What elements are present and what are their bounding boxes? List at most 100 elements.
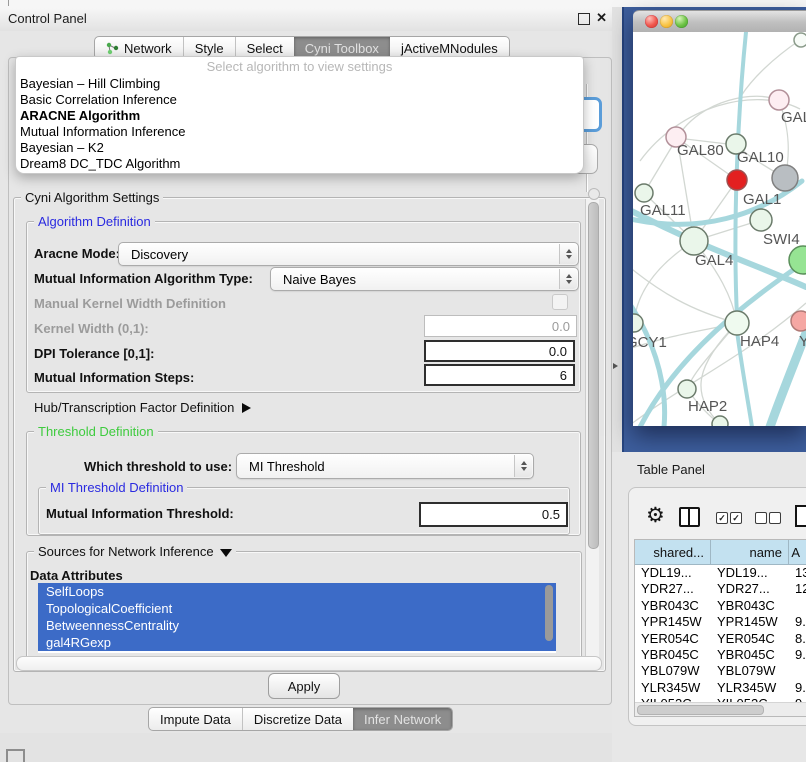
tab-select-label: Select <box>247 41 283 56</box>
hub-definition-toggle[interactable]: Hub/Transcription Factor Definition <box>34 400 251 415</box>
attribute-list-item[interactable]: gal4RGexp <box>38 634 556 651</box>
kernel-width-field[interactable]: 0.0 <box>424 315 577 337</box>
network-node[interactable] <box>750 209 772 231</box>
network-canvas[interactable]: GALGAL80GAL10GAL1GAL11SWI4GAL4GCY1HAP4YH… <box>633 32 806 426</box>
table-cell[interactable]: 12 <box>789 581 806 597</box>
mi-type-combo[interactable]: Naive Bayes <box>270 267 579 291</box>
settings-vertical-scrollbar[interactable] <box>585 199 599 657</box>
network-node[interactable] <box>725 311 749 335</box>
table-row[interactable]: YBR043CYBR043C <box>635 598 806 614</box>
network-node[interactable] <box>712 416 728 426</box>
network-node[interactable] <box>727 170 747 190</box>
table-cell[interactable]: YDR27... <box>711 581 789 597</box>
table-cell[interactable]: YBR043C <box>711 598 789 614</box>
attribute-list-item[interactable]: SelfLoops <box>38 583 556 600</box>
checkbox-checked-icon[interactable]: ✓ <box>716 512 728 524</box>
network-node[interactable] <box>791 311 806 331</box>
table-cell[interactable]: YPR145W <box>635 614 711 630</box>
columns-icon[interactable] <box>679 507 700 527</box>
zoom-traffic-light-icon[interactable] <box>675 15 688 28</box>
table-cell[interactable]: YDL19... <box>711 565 789 581</box>
split-pane-divider[interactable] <box>612 7 622 455</box>
node-attribute-table[interactable]: shared... name A YDL19...YDL19...13YDR27… <box>634 539 806 717</box>
column-header-name[interactable]: name <box>711 540 789 564</box>
table-cell[interactable]: YBR045C <box>711 647 789 663</box>
attribute-list-item[interactable]: BetweennessCentrality <box>38 617 556 634</box>
minimized-panel-icon[interactable] <box>6 749 25 762</box>
table-panel-title: Table Panel <box>637 462 705 477</box>
table-cell[interactable]: YBL079W <box>635 663 711 679</box>
table-row[interactable]: YBL079WYBL079W <box>635 663 806 679</box>
checkbox-unchecked-icon[interactable] <box>769 512 781 524</box>
mi-steps-field[interactable]: 6 <box>424 364 575 386</box>
network-node-label: GAL80 <box>677 142 724 159</box>
table-cell[interactable]: 13 <box>789 565 806 581</box>
tab-infer-network[interactable]: Infer Network <box>353 708 452 730</box>
gear-icon[interactable]: ⚙ <box>646 504 665 528</box>
table-cell[interactable]: 9. <box>789 647 806 663</box>
table-cell[interactable]: 8. <box>789 631 806 647</box>
popup-item[interactable]: Basic Correlation Inference <box>16 92 583 108</box>
attributes-scrollbar-thumb[interactable] <box>545 585 553 641</box>
dpi-tolerance-field[interactable]: 0.0 <box>424 340 575 362</box>
mi-threshold-field[interactable]: 0.5 <box>419 502 568 527</box>
popup-item[interactable]: Bayesian – K2 <box>16 140 583 156</box>
popup-item[interactable]: ARACNE Algorithm <box>16 108 583 124</box>
table-row[interactable]: YER054CYER054C8. <box>635 631 806 647</box>
network-node[interactable] <box>769 90 789 110</box>
tab-discretize-data[interactable]: Discretize Data <box>242 708 353 730</box>
network-node[interactable] <box>635 184 653 202</box>
minimize-traffic-light-icon[interactable] <box>660 15 673 28</box>
table-cell[interactable]: YLR345W <box>635 680 711 696</box>
close-icon[interactable]: ✕ <box>596 10 607 26</box>
popup-item[interactable]: Mutual Information Inference <box>16 124 583 140</box>
tab-impute-data[interactable]: Impute Data <box>149 708 242 730</box>
network-node[interactable] <box>794 33 806 47</box>
network-window-titlebar[interactable] <box>633 10 806 33</box>
popup-item[interactable]: Bayesian – Hill Climbing <box>16 76 583 92</box>
column-header-shared-name[interactable]: shared... <box>635 540 711 564</box>
document-icon[interactable] <box>795 505 806 527</box>
network-node[interactable] <box>772 165 798 191</box>
settings-horizontal-scrollbar[interactable] <box>16 656 602 671</box>
attribute-list-item[interactable]: TopologicalCoefficient <box>38 600 556 617</box>
checkbox-checked-icon[interactable]: ✓ <box>730 512 742 524</box>
which-threshold-combo[interactable]: MI Threshold <box>236 453 534 479</box>
popup-item[interactable]: Dream8 DC_TDC Algorithm <box>16 156 583 172</box>
checkbox-unchecked-icon[interactable] <box>755 512 767 524</box>
table-row[interactable]: YDR27...YDR27...12 <box>635 581 806 597</box>
table-hscroll-thumb[interactable] <box>637 705 764 715</box>
network-window[interactable]: GALGAL80GAL10GAL1GAL11SWI4GAL4GCY1HAP4YH… <box>633 10 806 426</box>
table-row[interactable]: YDL19...YDL19...13 <box>635 565 806 581</box>
close-traffic-light-icon[interactable] <box>645 15 658 28</box>
table-row[interactable]: YLR345WYLR345W9. <box>635 680 806 696</box>
table-cell[interactable]: YER054C <box>711 631 789 647</box>
table-cell[interactable]: 9. <box>789 680 806 696</box>
column-header-clipped[interactable]: A <box>789 540 806 564</box>
table-cell[interactable] <box>789 663 806 679</box>
table-row[interactable]: YBR045CYBR045C9. <box>635 647 806 663</box>
table-cell[interactable]: YBL079W <box>711 663 789 679</box>
sources-legend[interactable]: Sources for Network Inference <box>34 544 236 559</box>
table-cell[interactable] <box>789 598 806 614</box>
float-panel-icon[interactable] <box>578 13 590 25</box>
apply-button[interactable]: Apply <box>268 673 340 699</box>
data-attributes-list[interactable]: SelfLoopsTopologicalCoefficientBetweenne… <box>38 583 556 653</box>
network-node[interactable] <box>633 314 643 332</box>
table-cell[interactable]: YER054C <box>635 631 711 647</box>
table-cell[interactable]: YDR27... <box>635 581 711 597</box>
table-cell[interactable]: YBR043C <box>635 598 711 614</box>
manual-kernel-checkbox[interactable] <box>552 294 568 310</box>
network-node[interactable] <box>680 227 708 255</box>
table-cell[interactable]: YPR145W <box>711 614 789 630</box>
table-row[interactable]: YPR145WYPR145W9. <box>635 614 806 630</box>
table-cell[interactable]: 9. <box>789 614 806 630</box>
table-cell[interactable]: YLR345W <box>711 680 789 696</box>
table-cell[interactable]: YBR045C <box>635 647 711 663</box>
table-cell[interactable]: YDL19... <box>635 565 711 581</box>
table-horizontal-scrollbar[interactable] <box>635 702 806 716</box>
tab-network-label: Network <box>124 41 172 56</box>
aracne-mode-combo[interactable]: Discovery <box>118 242 579 266</box>
settings-vscroll-thumb[interactable] <box>588 202 599 549</box>
network-node[interactable] <box>678 380 696 398</box>
